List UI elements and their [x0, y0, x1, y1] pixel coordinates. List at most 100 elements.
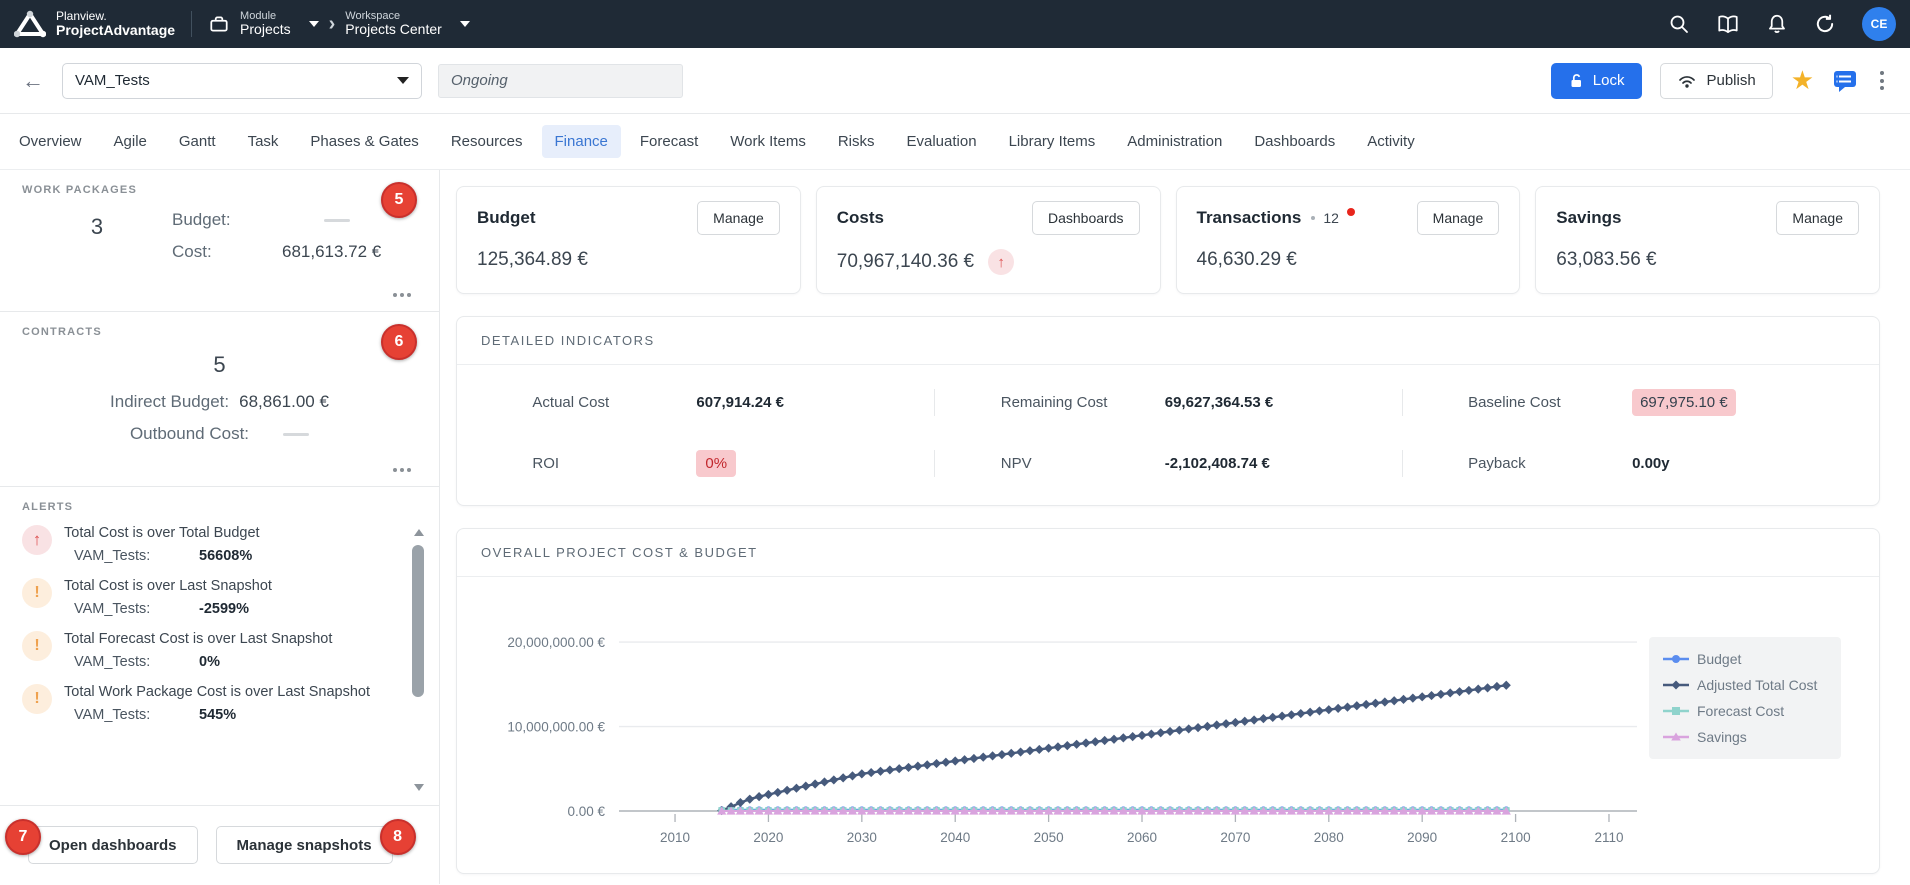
lock-button[interactable]: Lock [1551, 63, 1643, 99]
indicator-value: 607,914.24 € [696, 394, 784, 411]
finance-sidebar: WORK PACKAGES 5 3 Budget: Cost: 681,613.… [0, 170, 440, 884]
tab-resources[interactable]: Resources [438, 125, 536, 158]
manage-snapshots-badge[interactable]: 8 [380, 819, 416, 855]
notes-comment-icon[interactable] [1832, 69, 1858, 93]
savings-card-title: Savings [1556, 208, 1621, 228]
tab-work-items[interactable]: Work Items [717, 125, 819, 158]
square-marker-icon [1663, 705, 1689, 717]
tab-risks[interactable]: Risks [825, 125, 888, 158]
alert-title: Total Cost is over Total Budget [64, 525, 260, 541]
indicator-label: Remaining Cost [1001, 394, 1129, 411]
alert-item[interactable]: ! Total Cost is over Last Snapshot VAM_Tes… [22, 578, 383, 617]
alerts-scrollbar[interactable] [412, 529, 425, 791]
alert-item[interactable]: ↑Total Cost is over Total BudgetVAM_Test… [22, 525, 383, 564]
legend-budget[interactable]: Budget [1663, 651, 1827, 667]
workspace-breadcrumb[interactable]: Workspace Projects Center [345, 10, 469, 37]
tab-task[interactable]: Task [235, 125, 292, 158]
top-navigation-bar: Planview. ProjectAdvantage Module Projec… [0, 0, 1910, 48]
open-dashboards-button[interactable]: 7 Open dashboards [28, 826, 198, 864]
budget-card: Budget Manage 125,364.89 € [456, 186, 801, 294]
manage-snapshots-button[interactable]: Manage snapshots 8 [216, 826, 393, 864]
alert-title: Total Work Package Cost is over Last Sna… [64, 684, 370, 700]
dropdown-caret-icon [397, 77, 409, 84]
cost-budget-chart: 0.00 €10,000,000.00 €20,000,000.00 €2010… [469, 591, 1649, 863]
budget-manage-button[interactable]: Manage [697, 201, 780, 235]
alert-item[interactable]: !Total Forecast Cost is over Last Snapsh… [22, 631, 383, 670]
alert-item[interactable]: !Total Work Package Cost is over Last Sn… [22, 684, 383, 723]
svg-text:2090: 2090 [1407, 830, 1437, 845]
project-name: VAM_Tests [75, 72, 150, 89]
budget-row: Budget: [172, 210, 381, 230]
legend-label: Budget [1697, 651, 1741, 667]
scroll-up-arrow-icon[interactable] [414, 529, 424, 536]
chevron-down-icon[interactable] [309, 21, 319, 27]
costs-dashboards-button[interactable]: Dashboards [1032, 201, 1140, 235]
tab-overview[interactable]: Overview [6, 125, 95, 158]
tab-agile[interactable]: Agile [101, 125, 160, 158]
work-packages-title: WORK PACKAGES [22, 184, 417, 196]
legend-adjusted-total-cost[interactable]: Adjusted Total Cost [1663, 677, 1827, 693]
transactions-card: Transactions 12 Manage 46,630.29 € [1176, 186, 1521, 294]
back-arrow-icon[interactable]: ← [22, 68, 44, 94]
brand-line2: ProjectAdvantage [56, 23, 175, 38]
indicator-label: ROI [532, 455, 660, 472]
planview-logo[interactable]: Planview. ProjectAdvantage [14, 10, 175, 38]
tab-dashboards[interactable]: Dashboards [1241, 125, 1348, 158]
scrollbar-thumb[interactable] [412, 545, 424, 697]
publish-button[interactable]: Publish [1660, 63, 1772, 99]
detailed-indicators-panel: DETAILED INDICATORS Actual Cost607,914.2… [456, 316, 1880, 506]
tab-gantt[interactable]: Gantt [166, 125, 229, 158]
legend-label: Savings [1697, 729, 1747, 745]
contracts-badge[interactable]: 6 [381, 324, 417, 360]
tab-library-items[interactable]: Library Items [996, 125, 1109, 158]
workspace-value: Projects Center [345, 22, 441, 37]
indicator-label: Actual Cost [532, 394, 660, 411]
transactions-manage-button[interactable]: Manage [1417, 201, 1500, 235]
alert-title: Total Cost is over Last Snapshot [64, 578, 272, 594]
sidebar-footer: 7 Open dashboards Manage snapshots 8 [0, 806, 439, 884]
transactions-card-title: Transactions [1197, 208, 1302, 228]
legend-savings[interactable]: Savings [1663, 729, 1827, 745]
search-icon[interactable] [1668, 13, 1690, 35]
tab-evaluation[interactable]: Evaluation [894, 125, 990, 158]
breadcrumb-separator-icon: › [329, 13, 336, 36]
work-packages-count: 3 [22, 210, 172, 262]
tab-finance[interactable]: Finance [542, 125, 621, 158]
help-book-icon[interactable] [1716, 13, 1740, 35]
module-breadcrumb[interactable]: Module Projects [208, 10, 319, 37]
alert-value: 545% [199, 707, 236, 723]
contracts-count: 5 [22, 352, 417, 378]
svg-text:10,000,000.00 €: 10,000,000.00 € [507, 720, 605, 735]
topbar-divider [191, 11, 192, 37]
work-packages-badge[interactable]: 5 [381, 182, 417, 218]
triangle-marker-icon [1663, 731, 1689, 743]
chevron-down-icon[interactable] [460, 21, 470, 27]
tab-phases-gates[interactable]: Phases & Gates [297, 125, 431, 158]
alert-project: VAM_Tests: [64, 601, 199, 617]
project-selector[interactable]: VAM_Tests [62, 63, 422, 99]
alert-warning-icon: ! [22, 578, 52, 608]
refresh-icon[interactable] [1814, 13, 1836, 35]
indicator-value: -2,102,408.74 € [1165, 455, 1270, 472]
app: { "topbar": { "brand_line1": "Planview."… [0, 0, 1910, 885]
project-status-field[interactable]: Ongoing [438, 64, 683, 98]
user-avatar[interactable]: CE [1862, 7, 1896, 41]
more-options-icon[interactable] [389, 464, 415, 476]
open-dashboards-badge[interactable]: 7 [5, 819, 41, 855]
alerts-title: ALERTS [22, 501, 417, 513]
scroll-down-arrow-icon[interactable] [414, 784, 424, 791]
notifications-bell-icon[interactable] [1766, 13, 1788, 35]
alert-warning-icon: ! [22, 631, 52, 661]
module-value: Projects [240, 22, 291, 37]
more-options-kebab-icon[interactable] [1876, 67, 1888, 94]
unlock-icon [1569, 73, 1584, 89]
diamond-marker-icon [1663, 679, 1689, 691]
tab-activity[interactable]: Activity [1354, 125, 1428, 158]
favorite-star-icon[interactable]: ★ [1791, 65, 1814, 96]
cost-budget-chart-panel: OVERALL PROJECT COST & BUDGET 0.00 €10,0… [456, 528, 1880, 874]
savings-manage-button[interactable]: Manage [1776, 201, 1859, 235]
tab-forecast[interactable]: Forecast [627, 125, 711, 158]
legend-forecast-cost[interactable]: Forecast Cost [1663, 703, 1827, 719]
more-options-icon[interactable] [389, 289, 415, 301]
tab-administration[interactable]: Administration [1114, 125, 1235, 158]
